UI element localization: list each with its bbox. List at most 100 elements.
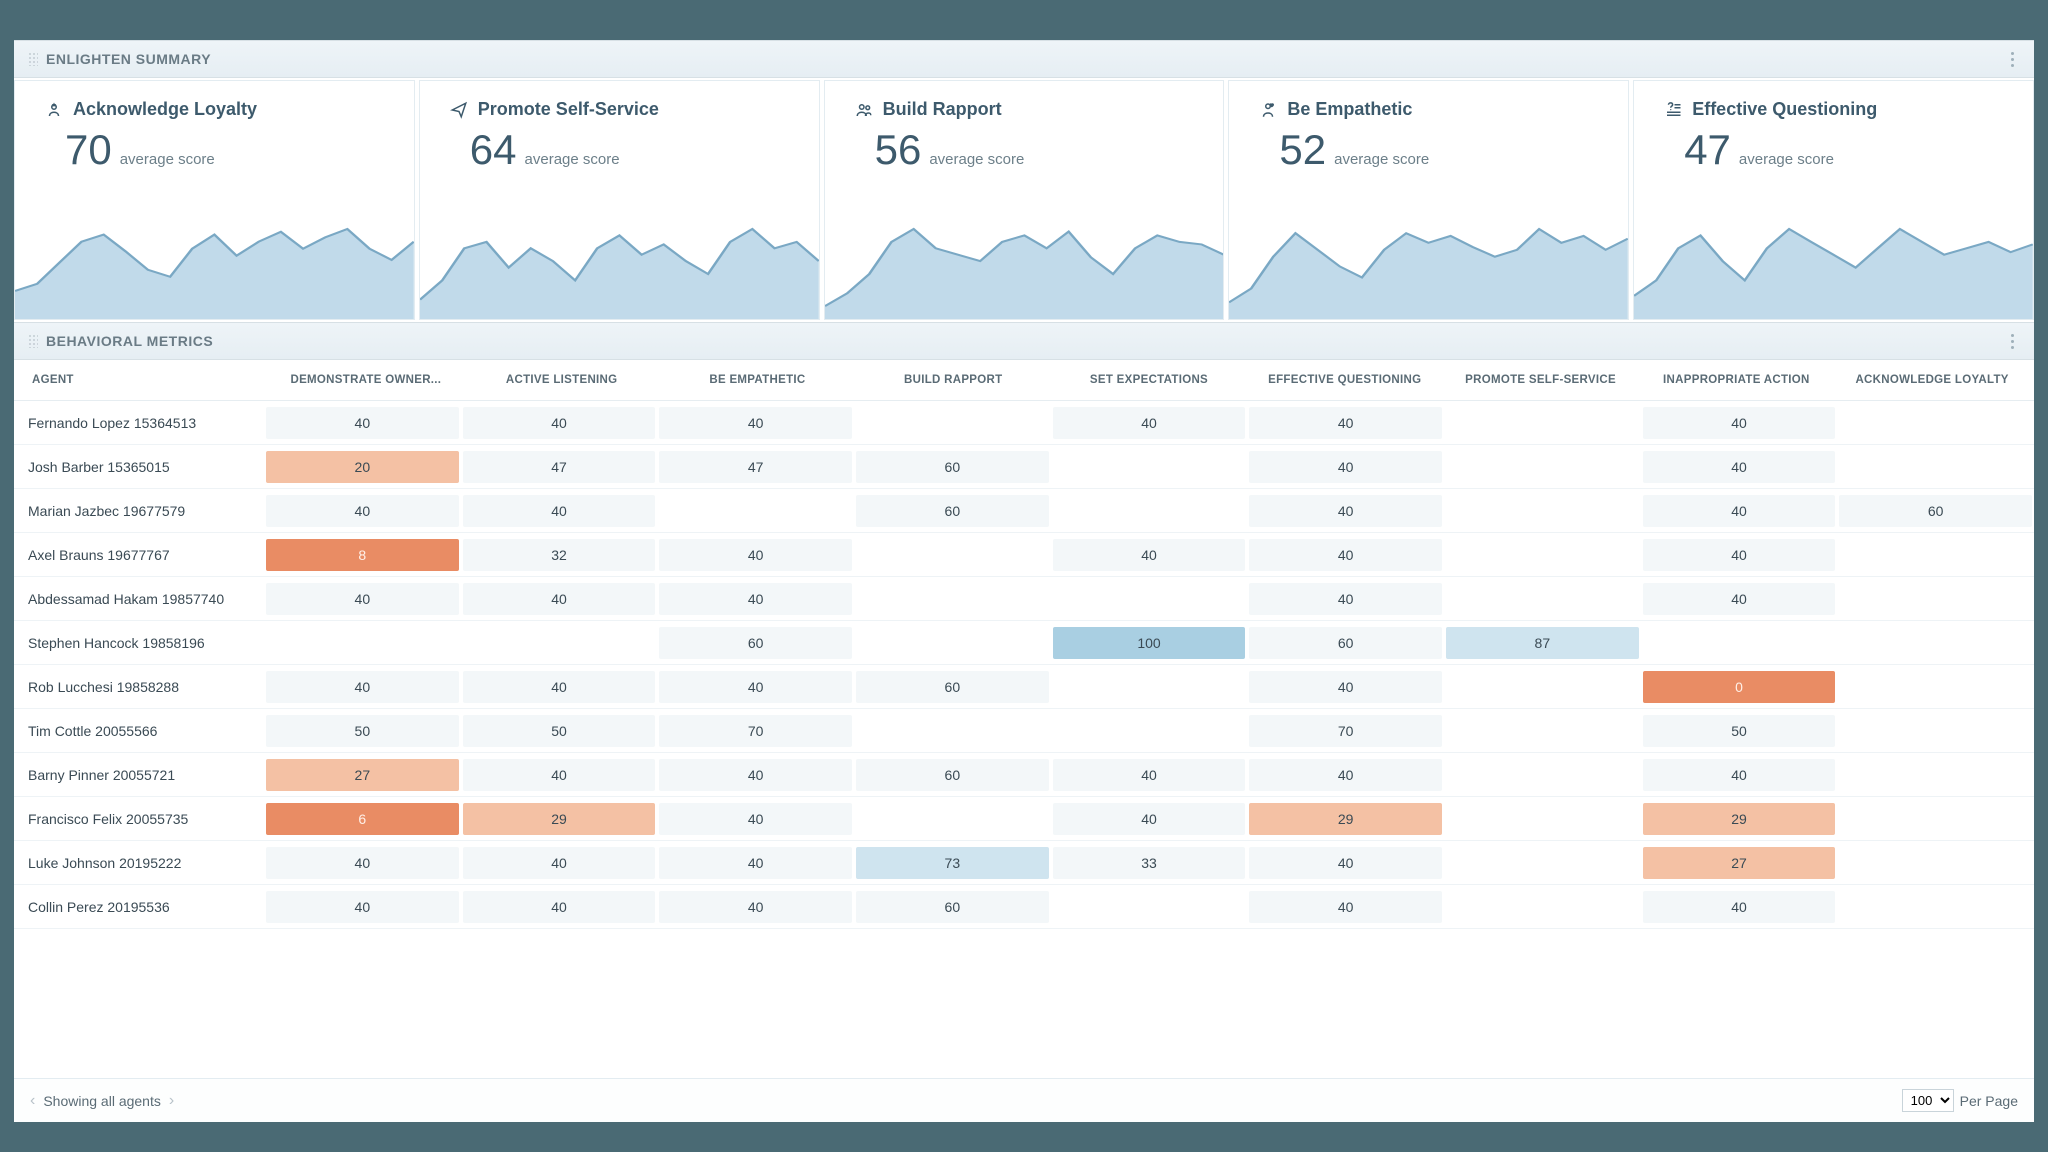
metric-cell: [1053, 899, 1246, 915]
metrics-menu-button[interactable]: [2004, 334, 2020, 349]
metric-cell: 27: [1643, 847, 1836, 879]
summary-menu-button[interactable]: [2004, 52, 2020, 67]
column-header[interactable]: BE EMPATHETIC: [660, 370, 856, 390]
metric-cell: 40: [659, 847, 852, 879]
metric-cell: 8: [266, 539, 459, 571]
table-row[interactable]: Josh Barber 15365015204747604040: [14, 445, 2034, 489]
metric-cell: [1839, 415, 2032, 431]
table-row[interactable]: Fernando Lopez 15364513404040404040: [14, 401, 2034, 445]
metric-cell: 40: [1053, 759, 1246, 791]
table-row[interactable]: Barny Pinner 2005572127404060404040: [14, 753, 2034, 797]
table-row[interactable]: Axel Brauns 1967776783240404040: [14, 533, 2034, 577]
metric-cell: 60: [856, 759, 1049, 791]
send-icon: [450, 101, 468, 119]
summary-card[interactable]: Be Empathetic 52 average score: [1228, 80, 1629, 320]
card-score-label: average score: [1334, 151, 1429, 168]
metric-cell: [1446, 591, 1639, 607]
metric-cell: 40: [1643, 539, 1836, 571]
metric-cell: 60: [659, 627, 852, 659]
metric-cell: 0: [1643, 671, 1836, 703]
metric-cell: 47: [463, 451, 656, 483]
metric-cell: 50: [463, 715, 656, 747]
metric-cell: [1839, 723, 2032, 739]
card-score-label: average score: [1739, 151, 1834, 168]
summary-card[interactable]: Effective Questioning 47 average score: [1633, 80, 2034, 320]
agent-name: Axel Brauns 19677767: [14, 547, 264, 563]
metric-cell: 40: [266, 847, 459, 879]
agent-name: Marian Jazbec 19677579: [14, 503, 264, 519]
metric-cell: [1446, 459, 1639, 475]
metric-cell: [1839, 811, 2032, 827]
sparkline: [825, 219, 1224, 319]
metric-cell: 40: [1249, 583, 1442, 615]
metric-cell: 40: [266, 407, 459, 439]
column-header[interactable]: PROMOTE SELF-SERVICE: [1443, 370, 1639, 390]
column-header[interactable]: EFFECTIVE QUESTIONING: [1247, 370, 1443, 390]
summary-card[interactable]: Promote Self-Service 64 average score: [419, 80, 820, 320]
metric-cell: 40: [266, 495, 459, 527]
metric-cell: [1839, 855, 2032, 871]
metric-cell: 70: [659, 715, 852, 747]
table-row[interactable]: Stephen Hancock 19858196601006087: [14, 621, 2034, 665]
table-row[interactable]: Collin Perez 20195536404040604040: [14, 885, 2034, 929]
card-title: Be Empathetic: [1287, 99, 1412, 120]
drag-handle-icon[interactable]: [28, 52, 38, 66]
metric-cell: 40: [659, 759, 852, 791]
loyalty-icon: [45, 101, 63, 119]
summary-cards: Acknowledge Loyalty 70 average score Pro…: [14, 78, 2034, 322]
column-header[interactable]: DEMONSTRATE OWNER...: [268, 370, 464, 390]
table-row[interactable]: Luke Johnson 2019522240404073334027: [14, 841, 2034, 885]
metric-cell: [856, 415, 1049, 431]
metric-cell: 40: [1249, 671, 1442, 703]
column-header[interactable]: ACTIVE LISTENING: [464, 370, 660, 390]
metric-cell: [1643, 635, 1836, 651]
metric-cell: 40: [1643, 495, 1836, 527]
agent-name: Fernando Lopez 15364513: [14, 415, 264, 431]
metric-cell: [1446, 503, 1639, 519]
metric-cell: 27: [266, 759, 459, 791]
table-row[interactable]: Rob Lucchesi 1985828840404060400: [14, 665, 2034, 709]
metric-cell: [1839, 459, 2032, 475]
next-page-button[interactable]: ›: [169, 1092, 174, 1110]
card-score: 70: [65, 126, 112, 174]
metric-cell: 40: [1053, 539, 1246, 571]
card-title: Build Rapport: [883, 99, 1002, 120]
metric-cell: 40: [463, 759, 656, 791]
metric-cell: 33: [1053, 847, 1246, 879]
column-header[interactable]: ACKNOWLEDGE LOYALTY: [1834, 370, 2030, 390]
metric-cell: [1839, 591, 2032, 607]
table-body: Fernando Lopez 15364513404040404040Josh …: [14, 401, 2034, 1078]
table-row[interactable]: Tim Cottle 200555665050707050: [14, 709, 2034, 753]
metric-cell: [1446, 767, 1639, 783]
summary-card[interactable]: Acknowledge Loyalty 70 average score: [14, 80, 415, 320]
heart-person-icon: [1259, 101, 1277, 119]
column-header[interactable]: SET EXPECTATIONS: [1051, 370, 1247, 390]
agent-name: Stephen Hancock 19858196: [14, 635, 264, 651]
summary-header: ENLIGHTEN SUMMARY: [14, 40, 2034, 78]
metric-cell: 6: [266, 803, 459, 835]
metric-cell: [1053, 503, 1246, 519]
footer-status: Showing all agents: [43, 1093, 161, 1109]
prev-page-button[interactable]: ‹: [30, 1092, 35, 1110]
metric-cell: 40: [266, 891, 459, 923]
metric-cell: [1446, 811, 1639, 827]
agent-name: Barny Pinner 20055721: [14, 767, 264, 783]
metric-cell: 32: [463, 539, 656, 571]
drag-handle-icon[interactable]: [28, 334, 38, 348]
column-header[interactable]: BUILD RAPPORT: [855, 370, 1051, 390]
table-row[interactable]: Marian Jazbec 19677579404060404060: [14, 489, 2034, 533]
column-header[interactable]: INAPPROPRIATE ACTION: [1638, 370, 1834, 390]
per-page-select[interactable]: 100: [1902, 1089, 1954, 1112]
column-header[interactable]: AGENT: [18, 370, 268, 390]
metric-cell: [1053, 723, 1246, 739]
card-score: 56: [875, 126, 922, 174]
metric-cell: 50: [1643, 715, 1836, 747]
agent-name: Tim Cottle 20055566: [14, 723, 264, 739]
metric-cell: 40: [1249, 847, 1442, 879]
metric-cell: [1839, 635, 2032, 651]
metric-cell: [856, 547, 1049, 563]
table-row[interactable]: Francisco Felix 2005573562940402929: [14, 797, 2034, 841]
table-row[interactable]: Abdessamad Hakam 198577404040404040: [14, 577, 2034, 621]
metric-cell: [1446, 547, 1639, 563]
summary-card[interactable]: Build Rapport 56 average score: [824, 80, 1225, 320]
